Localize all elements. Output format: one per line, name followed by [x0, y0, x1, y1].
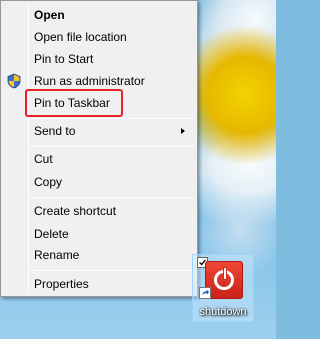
menu-item-copy[interactable]: Copy: [3, 171, 195, 193]
menu-item-delete[interactable]: Delete: [3, 223, 195, 245]
shortcut-arrow-icon: [199, 287, 211, 299]
menu-item-label: Delete: [34, 227, 69, 241]
pin-to-taskbar-highlight-box: [25, 89, 123, 117]
menu-separator: [31, 270, 194, 271]
menu-item-label: Pin to Start: [34, 52, 94, 66]
menu-item-label: Copy: [34, 175, 63, 189]
power-bar: [223, 267, 227, 280]
context-menu: Open Open file location Pin to Start Run…: [0, 0, 198, 297]
menu-item-label: Cut: [34, 152, 53, 166]
desktop-icon-label: shutdown: [199, 306, 247, 318]
menu-item-create-shortcut[interactable]: Create shortcut: [3, 200, 195, 222]
menu-item-label: Open file location: [34, 30, 127, 44]
menu-item-label: Rename: [34, 248, 80, 262]
menu-item-properties[interactable]: Properties: [3, 273, 195, 295]
menu-item-pin-to-start[interactable]: Pin to Start: [3, 48, 195, 70]
menu-item-label: Create shortcut: [34, 204, 117, 218]
menu-separator: [31, 118, 194, 119]
menu-item-label: Send to: [34, 124, 76, 138]
desktop-icon-shutdown[interactable]: shutdown: [192, 254, 254, 322]
menu-separator: [31, 197, 194, 198]
menu-item-cut[interactable]: Cut: [3, 148, 195, 170]
menu-item-label: Properties: [34, 277, 89, 291]
uac-shield-icon: [7, 73, 21, 89]
menu-item-open[interactable]: Open: [3, 4, 195, 26]
menu-item-rename[interactable]: Rename: [3, 244, 195, 266]
submenu-arrow-icon: [181, 128, 185, 134]
menu-item-label: Open: [34, 8, 65, 22]
menu-separator: [31, 146, 194, 147]
menu-item-send-to[interactable]: Send to: [3, 120, 195, 142]
menu-item-open-file-location[interactable]: Open file location: [3, 26, 195, 48]
